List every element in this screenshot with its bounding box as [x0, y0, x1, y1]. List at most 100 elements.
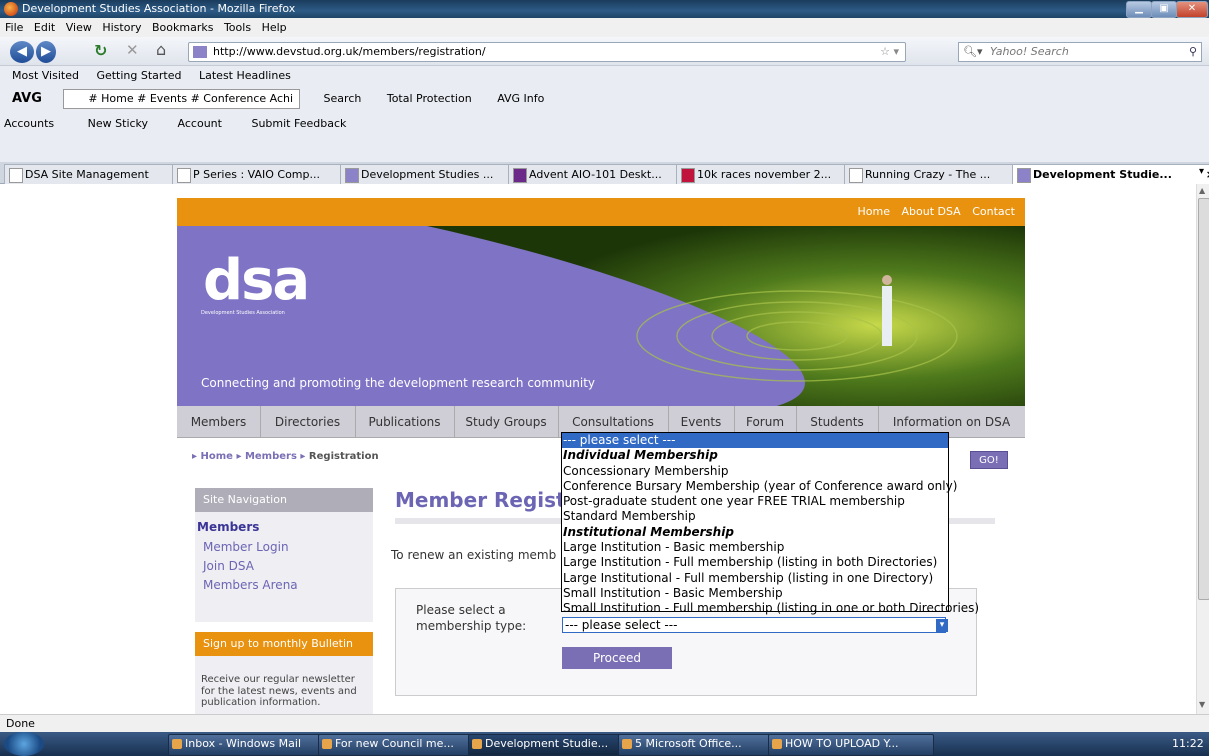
menu-tools[interactable]: Tools: [224, 21, 251, 34]
search-input[interactable]: 🔍︎▾ Yahoo! Search ⚲: [958, 42, 1202, 62]
tab-5[interactable]: 10k races november 2...×: [676, 164, 864, 185]
sidebar: Site Navigation Members Member Login Joi…: [177, 488, 377, 714]
home-icon[interactable]: ⌂: [156, 40, 166, 59]
dsa-logo[interactable]: dsa: [203, 248, 310, 313]
scroll-up-icon[interactable]: ▲: [1199, 186, 1205, 195]
contact-link[interactable]: Contact: [972, 205, 1015, 218]
avg-info-button[interactable]: AVG Info: [497, 92, 544, 105]
bulletin-text: Receive our regular newsletter for the l…: [201, 674, 357, 708]
new-sticky-button[interactable]: New Sticky: [88, 117, 148, 130]
go-button[interactable]: GO!: [970, 451, 1008, 469]
vertical-scrollbar[interactable]: ▲ ▼: [1196, 184, 1209, 714]
minimize-button[interactable]: ▁: [1126, 1, 1152, 18]
back-icon[interactable]: ◀: [10, 41, 34, 63]
about-dsa-link[interactable]: About DSA: [902, 205, 961, 218]
most-visited-link[interactable]: Most Visited: [12, 69, 79, 82]
start-button-icon[interactable]: [4, 732, 44, 756]
nav-study-groups[interactable]: Study Groups: [454, 406, 559, 438]
menu-view[interactable]: View: [66, 21, 92, 34]
tab-list-icon[interactable]: ▾: [1199, 166, 1204, 177]
nav-publications[interactable]: Publications: [355, 406, 455, 438]
tab-label: Running Crazy - The ...: [865, 168, 991, 181]
accounts-button[interactable]: Accounts: [4, 117, 54, 130]
option-small-full[interactable]: Small Institution - Full membership (lis…: [562, 601, 979, 616]
search-engine-icon[interactable]: 🔍︎▾: [963, 45, 983, 58]
tab-6[interactable]: Running Crazy - The ...×: [844, 164, 1032, 185]
site-tagline: Connecting and promoting the development…: [201, 376, 595, 390]
nav-members[interactable]: Members: [177, 406, 261, 438]
task-how-to-upload[interactable]: HOW TO UPLOAD Y...: [768, 734, 934, 756]
stop-icon[interactable]: ✕: [126, 41, 139, 59]
scroll-down-icon[interactable]: ▼: [1199, 700, 1205, 709]
page-title: Member Registra: [395, 488, 589, 512]
sidebar-join-dsa[interactable]: Join DSA: [203, 559, 254, 573]
submit-feedback-button[interactable]: Submit Feedback: [251, 117, 346, 130]
tab-1[interactable]: DSA Site Management×: [4, 164, 192, 185]
tab-4[interactable]: Advent AIO-101 Deskt...×: [508, 164, 696, 185]
total-protection-button[interactable]: Total Protection: [387, 92, 472, 105]
close-window-button[interactable]: ✕: [1176, 1, 1208, 18]
optgroup-institutional: Institutional Membership: [563, 524, 734, 539]
option-large-basic[interactable]: Large Institution - Basic membership: [562, 540, 948, 555]
option-standard[interactable]: Standard Membership: [562, 509, 948, 524]
option-large-full-both[interactable]: Large Institution - Full membership (lis…: [562, 555, 948, 570]
menu-help[interactable]: Help: [262, 21, 287, 34]
membership-type-select[interactable]: --- please select ---: [562, 617, 946, 633]
menu-bar: File Edit View History Bookmarks Tools H…: [0, 18, 1209, 37]
getting-started-link[interactable]: Getting Started: [96, 69, 181, 82]
task-council[interactable]: For new Council me...: [318, 734, 484, 756]
menu-file[interactable]: File: [5, 21, 23, 34]
tab-2[interactable]: P Series : VAIO Comp...×: [172, 164, 360, 185]
toolbar-spacer: [0, 136, 1209, 162]
avg-dropdown[interactable]: # Home # Events # Conference Achi: [63, 89, 301, 109]
menu-history[interactable]: History: [102, 21, 141, 34]
account-button[interactable]: Account: [178, 117, 222, 130]
option-concessionary[interactable]: Concessionary Membership: [562, 464, 948, 479]
home-link[interactable]: Home: [858, 205, 890, 218]
proceed-button[interactable]: Proceed: [562, 647, 672, 669]
firefox-icon: [4, 2, 18, 16]
breadcrumb-members[interactable]: Members: [245, 451, 297, 462]
menu-bookmarks[interactable]: Bookmarks: [152, 21, 213, 34]
option-postgraduate-trial[interactable]: Post-graduate student one year FREE TRIA…: [562, 494, 948, 509]
option-small-basic[interactable]: Small Institution - Basic Membership: [562, 586, 948, 601]
window-titlebar: Development Studies Association - Mozill…: [0, 0, 1209, 18]
tab-strip: DSA Site Management× P Series : VAIO Com…: [0, 162, 1209, 185]
url-bar[interactable]: http://www.devstud.org.uk/members/regist…: [188, 42, 906, 62]
url-text: http://www.devstud.org.uk/members/regist…: [213, 45, 486, 58]
site-favicon-icon: [193, 46, 207, 58]
tab-7-active[interactable]: Development Studie...×: [1012, 164, 1209, 185]
optgroup-individual: Individual Membership: [563, 448, 718, 463]
scrollbar-thumb[interactable]: [1198, 198, 1209, 600]
tab-label: DSA Site Management: [25, 168, 149, 181]
nav-directories[interactable]: Directories: [260, 406, 356, 438]
breadcrumb-registration: Registration: [308, 451, 379, 462]
option-please-select[interactable]: --- please select ---: [562, 433, 948, 449]
menu-edit[interactable]: Edit: [34, 21, 55, 34]
option-conference-bursary[interactable]: Conference Bursary Membership (year of C…: [562, 479, 957, 494]
search-go-icon[interactable]: ⚲: [1189, 43, 1197, 61]
site-banner: dsa Development Studies Association Conn…: [177, 226, 1025, 406]
star-icon[interactable]: ☆ ▾: [880, 43, 899, 61]
task-development-studies[interactable]: Development Studie...: [468, 734, 634, 756]
membership-dropdown-list[interactable]: --- please select --- Individual Members…: [561, 432, 979, 615]
sidebar-section-members[interactable]: Members: [197, 520, 259, 534]
option-large-full-one[interactable]: Large Institutional - Full membership (l…: [562, 571, 948, 586]
sidebar-nav-panel: Members Member Login Join DSA Members Ar…: [195, 512, 373, 622]
sidebar-members-arena[interactable]: Members Arena: [203, 578, 298, 592]
avg-search-button[interactable]: Search: [324, 92, 362, 105]
task-inbox[interactable]: Inbox - Windows Mail: [168, 734, 334, 756]
clock[interactable]: 11:22: [1172, 732, 1204, 756]
reload-icon[interactable]: ↻: [94, 41, 107, 60]
avg-logo[interactable]: AVG: [12, 91, 42, 106]
sidebar-member-login[interactable]: Member Login: [203, 540, 289, 554]
maximize-button[interactable]: ▣: [1151, 1, 1177, 18]
select-arrow-icon[interactable]: ▾: [936, 619, 948, 632]
breadcrumb-home[interactable]: Home: [201, 451, 233, 462]
tab-3[interactable]: Development Studies ...×: [340, 164, 528, 185]
forward-icon[interactable]: ▶: [36, 41, 56, 63]
avg-toolbar: AVG # Home # Events # Conference Achi Se…: [0, 86, 1209, 112]
search-placeholder: Yahoo! Search: [990, 45, 1069, 58]
latest-headlines-link[interactable]: Latest Headlines: [199, 69, 291, 82]
task-microsoft-office[interactable]: 5 Microsoft Office...: [618, 734, 784, 756]
